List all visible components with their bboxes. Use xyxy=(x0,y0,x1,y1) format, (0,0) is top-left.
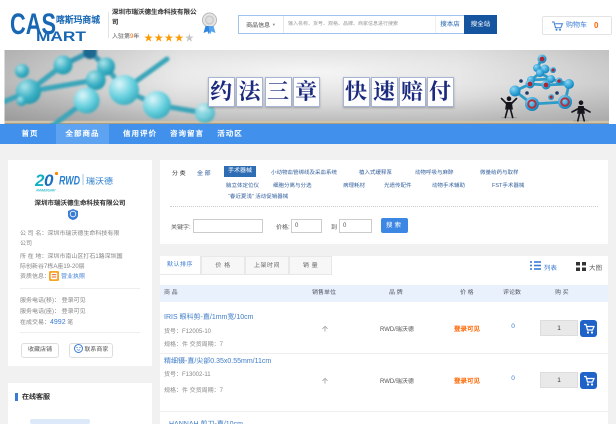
svg-text:ANNIVERSARY: ANNIVERSARY xyxy=(36,189,57,193)
svg-text:瑞沃德: 瑞沃德 xyxy=(86,176,114,186)
svg-text:喀斯玛商城: 喀斯玛商城 xyxy=(56,14,100,26)
svg-text:RWD: RWD xyxy=(59,176,80,188)
svg-text:0: 0 xyxy=(44,171,54,190)
svg-text:MART: MART xyxy=(36,29,87,44)
